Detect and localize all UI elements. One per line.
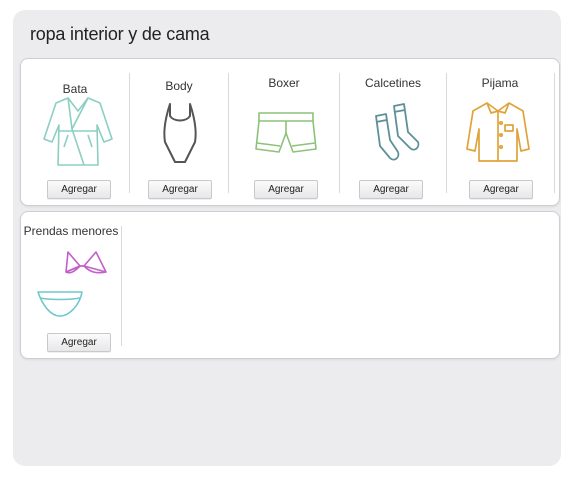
items-card: Bata Agregar Body Agregar Boxer Agregar … [20,58,560,206]
pajama-icon [466,102,530,162]
bodysuit-icon [163,103,197,163]
bathrobe-icon [43,97,113,166]
item-pijama: Pijama Agregar [447,59,553,205]
boxer-icon [255,112,317,153]
socks-icon [375,103,420,161]
item-bata: Bata Agregar [21,59,129,205]
add-button-calcetines[interactable]: Agregar [359,180,423,199]
category-panel: ropa interior y de cama Bata Agregar Bod… [13,10,561,466]
add-button-prendas-menores[interactable]: Agregar [47,333,111,352]
item-label: Boxer [268,76,300,90]
item-boxer: Boxer Agregar [229,59,339,205]
item-prendas-menores: Prendas menores Agregar [21,212,121,358]
page-title: ropa interior y de cama [30,24,210,44]
add-button-boxer[interactable]: Agregar [254,180,318,199]
item-label: Prendas menores [23,224,119,238]
item-calcetines: Calcetines Agregar [340,59,446,205]
add-button-bata[interactable]: Agregar [47,180,111,199]
items-card: Prendas menores Agregar [20,211,560,359]
divider [554,73,555,193]
item-body: Body Agregar [130,59,228,205]
item-label: Calcetines [364,76,422,90]
underwear-icon [37,251,107,317]
divider [121,226,122,346]
add-button-pijama[interactable]: Agregar [469,180,533,199]
add-button-body[interactable]: Agregar [148,180,212,199]
item-label: Pijama [481,76,519,90]
item-label: Bata [62,82,88,96]
item-label: Body [165,79,193,93]
